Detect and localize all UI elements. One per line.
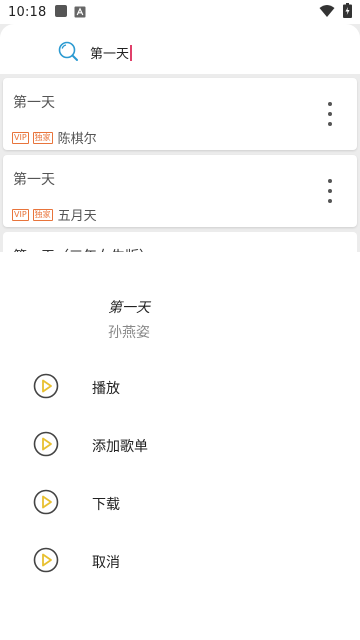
text-caret xyxy=(130,44,132,61)
result-card[interactable]: 第一天 VIP 独家 五月天 xyxy=(3,155,357,227)
sheet-artist: 孙燕姿 xyxy=(108,325,150,341)
cancel-label: 取消 xyxy=(92,555,120,571)
result-title: 第一天 xyxy=(13,172,55,188)
result-meta: VIP 独家 五月天 xyxy=(12,205,97,224)
download-label: 下载 xyxy=(92,497,120,513)
add-to-playlist-action[interactable]: 添加歌单 xyxy=(0,420,360,472)
search-bar xyxy=(0,24,360,74)
add-to-playlist-label: 添加歌单 xyxy=(92,439,148,455)
download-action[interactable]: 下载 xyxy=(0,478,360,530)
more-options-icon[interactable] xyxy=(325,102,335,126)
result-card[interactable]: 第一天 VIP 独家 陈棋尔 xyxy=(3,78,357,150)
play-label: 播放 xyxy=(92,381,120,397)
song-action-sheet: 第一天 孙燕姿 播放 添加歌单 下载 取消 xyxy=(0,252,360,640)
search-icon[interactable] xyxy=(57,40,79,66)
play-circle-icon xyxy=(32,372,60,404)
status-time: 10:18 xyxy=(8,4,47,20)
exclusive-tag: 独家 xyxy=(32,208,53,221)
search-input-value: 第一天 xyxy=(90,47,130,62)
sheet-song-title: 第一天 xyxy=(108,300,150,316)
more-options-icon[interactable] xyxy=(325,179,335,203)
status-bar: 10:18 xyxy=(0,0,360,24)
notification-a-icon xyxy=(74,3,86,22)
result-title: 第一天 xyxy=(13,95,55,111)
exclusive-tag: 独家 xyxy=(32,131,53,144)
play-circle-icon xyxy=(32,430,60,462)
cancel-action[interactable]: 取消 xyxy=(0,536,360,588)
play-circle-icon xyxy=(32,546,60,578)
play-action[interactable]: 播放 xyxy=(0,362,360,414)
result-artist: 五月天 xyxy=(57,209,97,224)
play-circle-icon xyxy=(32,488,60,520)
search-input[interactable]: 第一天 xyxy=(90,43,132,62)
wifi-icon xyxy=(319,3,335,22)
result-artist: 陈棋尔 xyxy=(57,132,97,147)
vip-tag: VIP xyxy=(12,131,29,144)
result-meta: VIP 独家 陈棋尔 xyxy=(12,128,97,147)
sim-icon xyxy=(54,3,68,22)
vip-tag: VIP xyxy=(12,208,29,221)
battery-icon xyxy=(343,2,352,22)
